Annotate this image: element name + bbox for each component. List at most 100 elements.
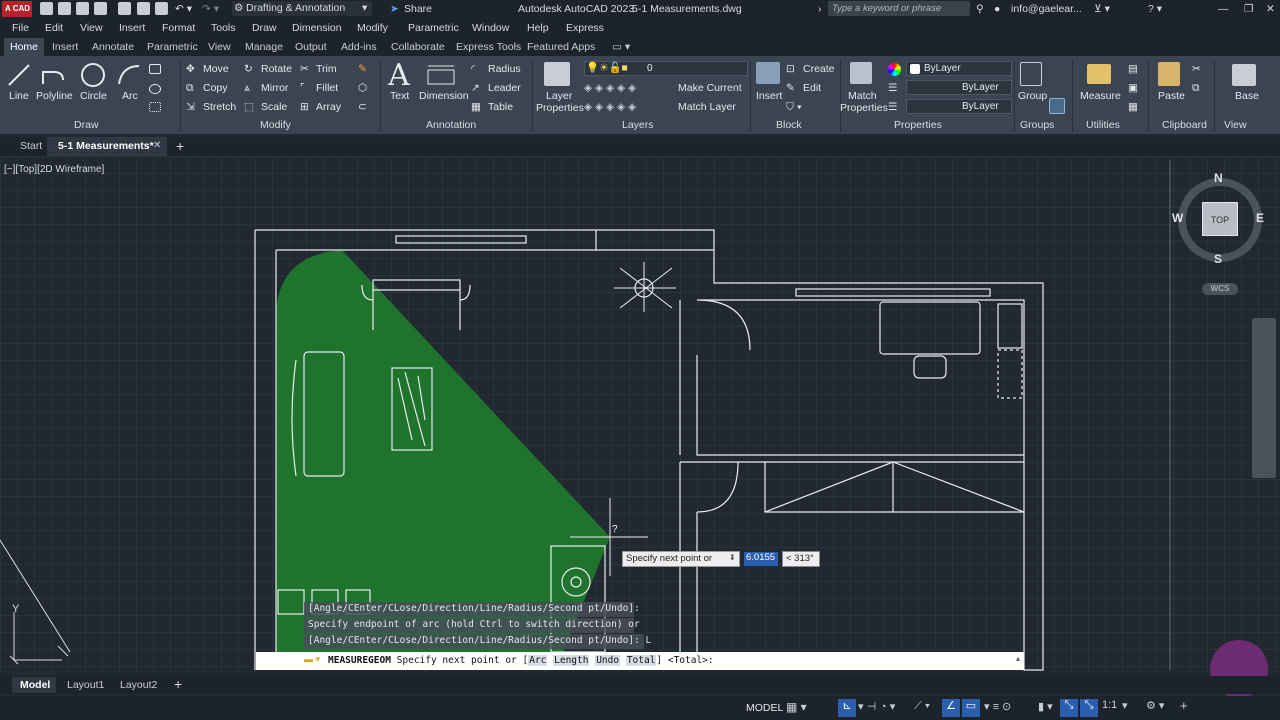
option-undo[interactable]: Undo [595,655,621,666]
annotation-panel-title[interactable]: Annotation [426,119,476,131]
menu-file[interactable]: File [12,22,29,34]
floor-plan-drawing[interactable]: ? Y [0,156,1280,674]
selection-cycling-icon[interactable]: ⤡ [1060,699,1078,717]
group-select-icon[interactable] [1049,98,1065,114]
layer-properties-button[interactable]: Layer [546,90,572,102]
draw-panel-title[interactable]: Draw [74,119,99,131]
model-space-toggle[interactable]: MODEL [746,702,783,714]
compass-west[interactable]: W [1172,211,1183,225]
circle-button[interactable]: Circle [80,90,107,102]
utilities-panel-title[interactable]: Utilities [1086,119,1120,131]
distance-input[interactable]: 6.0155 [744,552,778,566]
cart-icon[interactable]: ⊻ ▾ [1094,3,1110,15]
match-layer-button[interactable]: Match Layer [678,101,736,113]
menu-help[interactable]: Help [527,22,549,34]
block-panel-title[interactable]: Block [776,119,802,131]
leader-button[interactable]: Leader [488,82,521,94]
menu-draw[interactable]: Draw [252,22,277,34]
user-account[interactable]: info@gaelear... [1011,3,1082,15]
clipboard-panel-title[interactable]: Clipboard [1162,119,1207,131]
layer-tools-icons-2[interactable]: ◈ ◈ ◈ ◈ ◈ [584,101,636,113]
groups-panel-title[interactable]: Groups [1020,119,1054,131]
menu-dimension[interactable]: Dimension [292,22,342,34]
make-current-button[interactable]: Make Current [678,82,742,94]
wcs-menu[interactable]: WCS [1202,283,1238,295]
menu-window[interactable]: Window [472,22,509,34]
menu-view[interactable]: View [80,22,103,34]
workspace-switcher[interactable]: ⚙ Drafting & Annotation ▾ [232,1,372,16]
tab-view[interactable]: View [208,41,231,53]
layout2-tab[interactable]: Layout2 [120,679,157,691]
search-input[interactable]: Type a keyword or phrase [828,1,970,16]
mirror-button[interactable]: Mirror [261,82,288,94]
hatch-icon[interactable] [149,102,161,112]
annotation-visibility-icon[interactable]: ⤡ [1080,699,1098,717]
table-button[interactable]: Table [488,101,513,113]
navigation-bar[interactable] [1252,318,1276,478]
move-button[interactable]: Move [203,63,229,75]
linetype-dropdown[interactable]: ByLayer [906,80,1012,95]
undo-icon[interactable]: ↶ ▾ [175,3,192,15]
restore-button[interactable]: ❐ [1244,3,1253,15]
command-line-expand-icon[interactable]: ▴ [1016,654,1020,663]
lineweight-dropdown[interactable]: ByLayer [906,99,1012,114]
offset-icon[interactable]: ⊂ [358,101,367,113]
tab-annotate[interactable]: Annotate [92,41,134,53]
snap-icon[interactable]: ⊾ [838,699,856,717]
stretch-button[interactable]: Stretch [203,101,236,113]
rectangle-icon[interactable] [149,64,161,74]
tab-parametric[interactable]: Parametric [147,41,198,53]
option-total[interactable]: Total [625,655,657,666]
compass-south[interactable]: S [1214,252,1222,266]
model-tab[interactable]: Model [12,677,56,693]
base-button[interactable]: Base [1235,90,1259,102]
polar-icon[interactable]: ◔ ▾ [880,700,895,713]
compass-north[interactable]: N [1214,171,1223,185]
autocad-logo[interactable]: A CAD [2,1,32,17]
help-icon[interactable]: ? ▾ [1148,3,1162,15]
group-button[interactable]: Group [1018,90,1047,102]
menu-express[interactable]: Express [566,22,604,34]
close-button[interactable]: ✕ [1266,3,1275,15]
workspace-gear-icon[interactable]: ⚙ ▾ [1146,699,1164,712]
option-arc[interactable]: Arc [528,655,548,666]
view-panel-title[interactable]: View [1224,119,1247,131]
redo-icon[interactable]: ↷ ▾ [202,3,219,15]
new-layout-button[interactable]: + [174,676,182,692]
cut-icon[interactable]: ✂ [1192,63,1201,75]
object-snap-icon[interactable]: ▭ [962,699,980,717]
menu-format[interactable]: Format [162,22,195,34]
fillet-button[interactable]: Fillet [316,82,338,94]
explode-icon[interactable]: ⬡ [358,82,367,94]
lineweight-toggle-icon[interactable]: ▾ ≡ ⊙ [984,700,1011,713]
new-icon[interactable] [40,2,53,15]
line-button[interactable]: Line [9,90,29,102]
rotate-button[interactable]: Rotate [261,63,292,75]
layers-panel-title[interactable]: Layers [622,119,654,131]
block-attribute-icon[interactable]: ⛉ ▾ [786,101,802,114]
modify-panel-title[interactable]: Modify [260,119,291,131]
insert-button[interactable]: Insert [756,90,782,102]
dimension-button[interactable]: Dimension [419,90,469,102]
color-dropdown[interactable]: ByLayer [906,61,1012,76]
tab-collaborate[interactable]: Collaborate [391,41,445,53]
arc-button[interactable]: Arc [122,90,138,102]
tab-home[interactable]: Home [4,38,45,56]
menu-parametric[interactable]: Parametric [408,22,459,34]
ellipse-icon[interactable] [149,84,161,94]
utilities-tool-icon-2[interactable]: ▣ [1128,82,1138,94]
scale-button[interactable]: Scale [261,101,287,113]
open-icon[interactable] [58,2,71,15]
copy-button[interactable]: Copy [203,82,228,94]
option-length[interactable]: Length [553,655,590,666]
web-mobile-icon[interactable] [118,2,131,15]
compass-east[interactable]: E [1256,211,1264,225]
trim-button[interactable]: Trim [316,63,337,75]
search-icon[interactable]: ⚲ [976,3,984,15]
calculator-icon[interactable]: ▦ [1128,101,1138,113]
utilities-tool-icon[interactable]: ▤ [1128,63,1138,75]
annotation-scale[interactable]: 1:1 [1102,699,1117,711]
tab-addins[interactable]: Add-ins [341,41,377,53]
text-button[interactable]: Text [390,90,409,102]
isodraft-icon[interactable]: ⟋ ▾ [914,700,930,713]
